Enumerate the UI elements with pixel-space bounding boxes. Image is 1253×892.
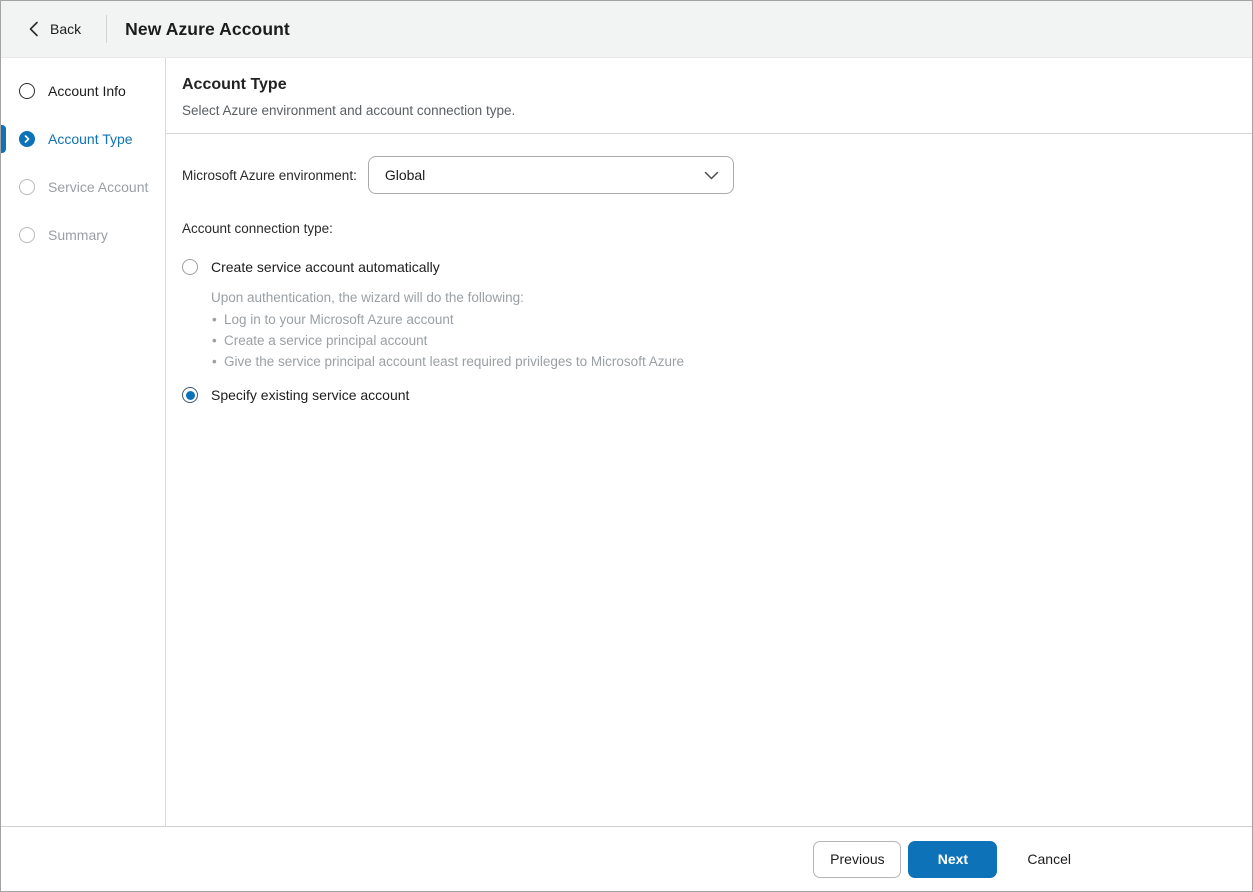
step-circle-icon: [19, 227, 35, 243]
step-circle-icon: [19, 179, 35, 195]
active-step-indicator: [1, 125, 6, 153]
bullet-item: Give the service principal account least…: [211, 351, 1236, 372]
radio-label: Specify existing service account: [211, 387, 410, 403]
bullet-item: Log in to your Microsoft Azure account: [211, 309, 1236, 330]
step-chevron-circle-icon: [19, 131, 35, 147]
step-label: Account Type: [48, 131, 133, 147]
chevron-left-icon: [29, 21, 39, 37]
radio-create-service-account[interactable]: Create service account automatically: [182, 259, 1236, 275]
next-button[interactable]: Next: [908, 840, 998, 878]
bullet-item: Create a service principal account: [211, 330, 1236, 351]
wizard-footer: Previous Next Cancel: [1, 826, 1252, 891]
environment-label: Microsoft Azure environment:: [182, 167, 357, 183]
wizard-steps-sidebar: Account Info Account Type Service Accoun…: [1, 58, 166, 826]
radio-option-description: Upon authentication, the wizard will do …: [211, 287, 1236, 372]
step-circle-icon: [19, 83, 35, 99]
chevron-down-icon: [704, 167, 719, 183]
environment-select[interactable]: Global: [367, 156, 734, 194]
radio-label: Create service account automatically: [211, 259, 440, 275]
sidebar-step-summary[interactable]: Summary: [1, 211, 165, 259]
previous-button[interactable]: Previous: [813, 840, 902, 878]
header-divider: [106, 15, 108, 43]
step-subtitle: Select Azure environment and account con…: [182, 103, 516, 118]
description-intro: Upon authentication, the wizard will do …: [211, 290, 524, 305]
sidebar-step-account-type[interactable]: Account Type: [1, 115, 165, 163]
step-label: Summary: [48, 227, 108, 243]
wizard-window: Back New Azure Account Account Info Acco…: [0, 0, 1253, 892]
page-title: New Azure Account: [125, 18, 290, 39]
step-label: Account Info: [48, 83, 126, 99]
step-label: Service Account: [48, 179, 149, 195]
back-button[interactable]: Back: [27, 17, 83, 41]
step-title: Account Type: [182, 76, 287, 93]
environment-selected-value: Global: [384, 167, 426, 183]
connection-type-label: Account connection type:: [182, 221, 333, 236]
radio-specify-existing-account[interactable]: Specify existing service account: [182, 387, 1236, 403]
back-label: Back: [50, 21, 82, 37]
radio-unselected-icon: [182, 259, 198, 275]
sidebar-step-service-account[interactable]: Service Account: [1, 163, 165, 211]
cancel-button[interactable]: Cancel: [1027, 841, 1071, 878]
description-bullet-list: Log in to your Microsoft Azure account C…: [211, 309, 1236, 372]
sidebar-step-account-info[interactable]: Account Info: [1, 67, 165, 115]
wizard-header: Back New Azure Account: [1, 1, 1252, 58]
radio-selected-icon: [182, 387, 198, 403]
step-content: Account Type Select Azure environment an…: [166, 58, 1252, 826]
